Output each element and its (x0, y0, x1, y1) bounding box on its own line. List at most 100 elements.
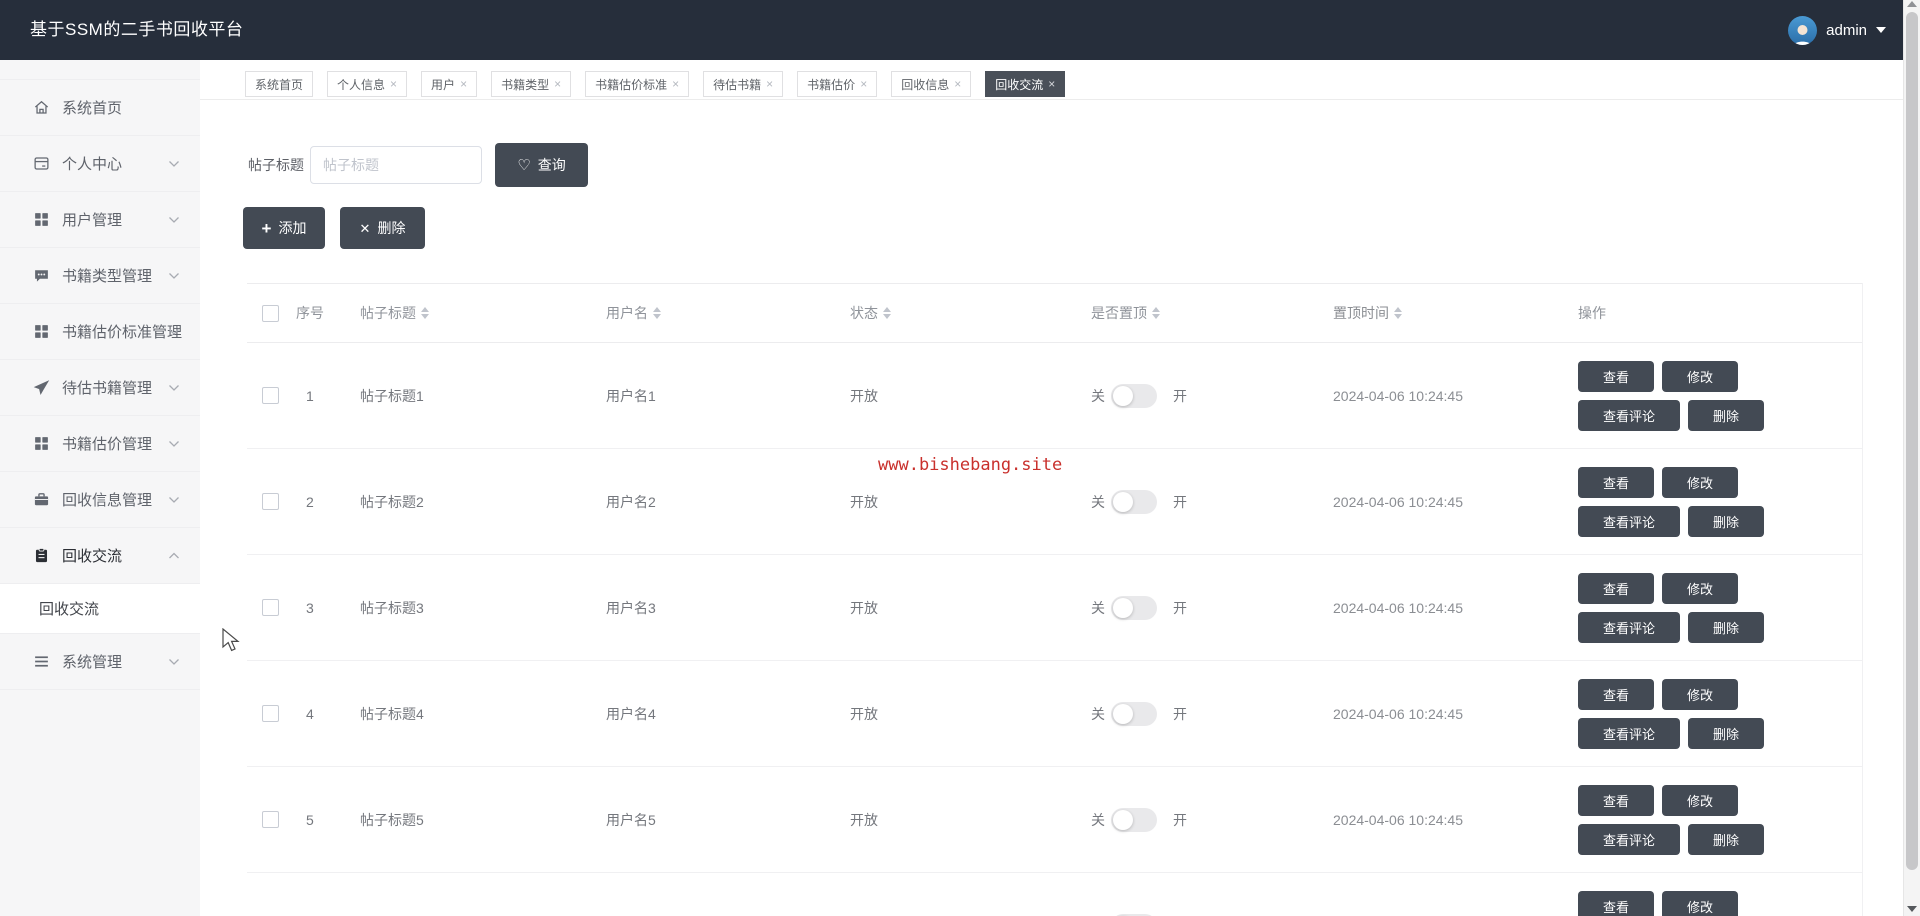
view-button[interactable]: 查看 (1578, 466, 1655, 498)
sidebar-item-label: 书籍估价管理 (62, 436, 153, 453)
cell-status: 开放 (850, 599, 878, 616)
sidebar-item-home[interactable]: 系统首页 (0, 80, 200, 136)
sidebar-item-valuation-standards[interactable]: 书籍估价标准管理 (0, 304, 200, 360)
edit-button[interactable]: 修改 (1662, 466, 1739, 498)
pin-toggle[interactable] (1111, 595, 1157, 620)
sort-asc-icon[interactable] (653, 307, 661, 312)
sidebar-item-profile[interactable]: 个人中心 (0, 136, 200, 192)
header-cell-pinned[interactable]: 是否置顶 (1086, 303, 1326, 323)
scrollbar-up-arrow-icon[interactable] (1907, 1, 1917, 7)
sort-icon[interactable] (1152, 307, 1160, 319)
select-all-checkbox[interactable] (262, 304, 279, 322)
sort-desc-icon[interactable] (1394, 314, 1402, 319)
sort-asc-icon[interactable] (1152, 307, 1160, 312)
sort-desc-icon[interactable] (421, 314, 429, 319)
query-button[interactable]: ♡ 查询 (495, 143, 588, 187)
view-comments-button[interactable]: 查看评论 (1578, 717, 1681, 749)
header-cell-pin_time[interactable]: 置顶时间 (1326, 303, 1566, 323)
tab-label: 书籍估价 (807, 77, 856, 92)
view-button[interactable]: 查看 (1578, 360, 1655, 392)
pin-toggle[interactable] (1111, 489, 1157, 514)
grid-icon (33, 211, 50, 228)
cell-post-title: 帖子标题5 (360, 811, 424, 828)
tab-close-icon[interactable]: × (1048, 77, 1055, 91)
tab-close-icon[interactable]: × (766, 77, 773, 91)
sort-icon[interactable] (1394, 307, 1402, 319)
tab-close-icon[interactable]: × (954, 77, 961, 91)
sort-desc-icon[interactable] (1152, 314, 1160, 319)
pin-toggle[interactable] (1111, 807, 1157, 832)
tab-close-icon[interactable]: × (390, 77, 397, 91)
header-cell-user[interactable]: 用户名 (600, 303, 843, 323)
scrollbar-down-arrow-icon[interactable] (1907, 906, 1917, 912)
view-comments-button[interactable]: 查看评论 (1578, 399, 1681, 431)
sidebar-item-book-types[interactable]: 书籍类型管理 (0, 248, 200, 304)
sort-asc-icon[interactable] (883, 307, 891, 312)
row-checkbox[interactable] (262, 493, 279, 510)
tab-pending-books[interactable]: 待估书籍 × (703, 71, 784, 97)
tab-book-types[interactable]: 书籍类型 × (491, 71, 572, 97)
tab-close-icon[interactable]: × (460, 77, 467, 91)
tab-recycle-chat[interactable]: 回收交流 × (985, 71, 1066, 97)
sidebar-item-pending-books[interactable]: 待估书籍管理 (0, 360, 200, 416)
sidebar-item-recycle-info[interactable]: 回收信息管理 (0, 472, 200, 528)
sort-icon[interactable] (883, 307, 891, 319)
edit-button[interactable]: 修改 (1662, 678, 1739, 710)
view-comments-button[interactable]: 查看评论 (1578, 505, 1681, 537)
header-cell-status[interactable]: 状态 (843, 303, 1086, 323)
delete-button[interactable]: 删除 (1688, 823, 1765, 855)
header-checkbox-cell (247, 304, 290, 322)
page-scrollbar[interactable] (1903, 0, 1920, 916)
row-checkbox[interactable] (262, 811, 279, 828)
sort-icon[interactable] (653, 307, 661, 319)
view-button[interactable]: 查看 (1578, 890, 1655, 916)
view-button[interactable]: 查看 (1578, 784, 1655, 816)
sidebar-item-system[interactable]: 系统管理 (0, 634, 200, 690)
pin-toggle[interactable] (1111, 383, 1157, 408)
view-button[interactable]: 查看 (1578, 572, 1655, 604)
sort-desc-icon[interactable] (653, 314, 661, 319)
tab-profile-info[interactable]: 个人信息 × (327, 71, 408, 97)
tab-valuation-standards[interactable]: 书籍估价标准 × (585, 71, 690, 97)
view-comments-button[interactable]: 查看评论 (1578, 611, 1681, 643)
sidebar-subitem-recycle-chat-sub[interactable]: 回收交流 (0, 584, 200, 634)
view-button[interactable]: 查看 (1578, 678, 1655, 710)
person-icon (1793, 24, 1812, 45)
user-menu[interactable]: admin (1788, 0, 1886, 60)
row-checkbox[interactable] (262, 599, 279, 616)
tab-valuations[interactable]: 书籍估价 × (797, 71, 878, 97)
sidebar-item-valuations[interactable]: 书籍估价管理 (0, 416, 200, 472)
view-comments-button[interactable]: 查看评论 (1578, 823, 1681, 855)
toggle-knob (1113, 809, 1133, 830)
tab-home[interactable]: 系统首页 (245, 71, 314, 97)
tab-users[interactable]: 用户 × (421, 71, 478, 97)
search-input[interactable] (310, 146, 482, 184)
tab-close-icon[interactable]: × (860, 77, 867, 91)
add-button[interactable]: + 添加 (243, 207, 325, 249)
header-cell-title[interactable]: 帖子标题 (350, 303, 600, 323)
sort-desc-icon[interactable] (883, 314, 891, 319)
delete-button[interactable]: ✕ 删除 (340, 207, 425, 249)
sidebar-item-recycle-chat[interactable]: 回收交流 (0, 528, 200, 584)
delete-button[interactable]: 删除 (1688, 611, 1765, 643)
cell-pin-time: 2024-04-06 10:24:45 (1333, 705, 1463, 722)
tab-close-icon[interactable]: × (554, 77, 561, 91)
action-buttons: 查看修改查看评论删除 (1578, 572, 1765, 643)
edit-button[interactable]: 修改 (1662, 784, 1739, 816)
delete-button[interactable]: 删除 (1688, 717, 1765, 749)
delete-button[interactable]: 删除 (1688, 399, 1765, 431)
pin-toggle[interactable] (1111, 701, 1157, 726)
edit-button[interactable]: 修改 (1662, 360, 1739, 392)
tab-recycle-info[interactable]: 回收信息 × (891, 71, 972, 97)
edit-button[interactable]: 修改 (1662, 890, 1739, 916)
edit-button[interactable]: 修改 (1662, 572, 1739, 604)
sort-asc-icon[interactable] (1394, 307, 1402, 312)
row-checkbox[interactable] (262, 705, 279, 722)
sort-icon[interactable] (421, 307, 429, 319)
delete-button[interactable]: 删除 (1688, 505, 1765, 537)
tab-close-icon[interactable]: × (672, 77, 679, 91)
row-checkbox[interactable] (262, 387, 279, 404)
sort-asc-icon[interactable] (421, 307, 429, 312)
scrollbar-thumb[interactable] (1906, 12, 1918, 870)
sidebar-item-users[interactable]: 用户管理 (0, 192, 200, 248)
